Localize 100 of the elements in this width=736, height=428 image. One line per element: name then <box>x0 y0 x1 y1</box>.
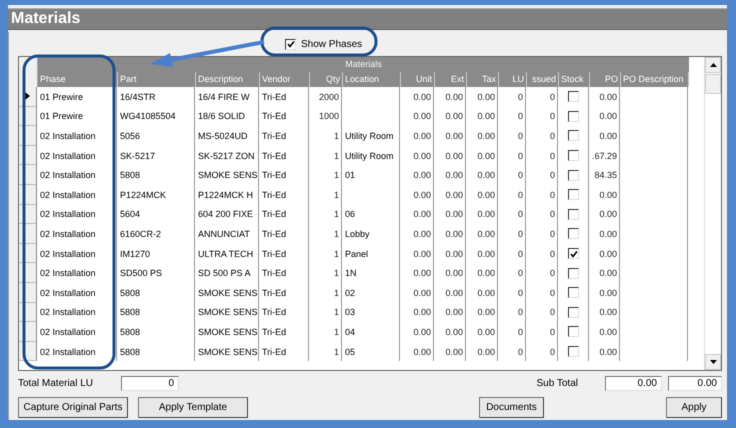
column-header[interactable]: LU <box>499 72 527 87</box>
table-cell: 0.00 <box>445 170 463 180</box>
stock-checkbox[interactable] <box>568 346 579 358</box>
table-cell: 02 Installation <box>40 228 96 239</box>
table-cell: 0 <box>550 111 555 122</box>
column-header[interactable]: Unit <box>401 72 435 87</box>
table-cell: 1000 <box>318 111 339 122</box>
table-cell: 0.00 <box>477 346 495 357</box>
column-header[interactable]: Description <box>196 72 260 87</box>
table-cell: 0.00 <box>477 130 495 141</box>
scroll-up-button[interactable] <box>705 57 721 73</box>
column-header[interactable]: Stock <box>559 72 590 87</box>
show-phases-checkbox[interactable] <box>285 38 296 50</box>
table-cell: Tri-Ed <box>262 209 286 220</box>
table-cell: 0 <box>518 268 523 278</box>
column-header[interactable]: PO <box>590 72 621 87</box>
table-cell: 0.00 <box>445 346 463 357</box>
table-cell: 0 <box>518 346 523 357</box>
stock-checkbox[interactable] <box>568 110 579 122</box>
table-cell: 0.00 <box>445 190 463 200</box>
table-cell: 1 <box>334 130 339 141</box>
table-cell: WG41085504 <box>120 111 176 122</box>
table-cell: 0 <box>550 190 555 200</box>
action-button[interactable]: Apply Template <box>138 397 248 418</box>
table-cell: 0.00 <box>477 111 495 122</box>
table-cell: 5808 <box>120 307 140 318</box>
table-cell: 0.00 <box>413 248 431 259</box>
action-button[interactable]: Apply <box>666 397 722 418</box>
table-cell: 1 <box>334 307 339 318</box>
table-cell: Tri-Ed <box>262 228 286 239</box>
column-header[interactable]: Location <box>343 72 401 87</box>
column-header[interactable]: Vendor <box>260 72 310 87</box>
column-header[interactable]: PO Description <box>621 72 689 87</box>
action-button[interactable]: Capture Original Parts <box>18 397 128 418</box>
action-button[interactable]: Documents <box>479 397 544 418</box>
stock-checkbox[interactable] <box>568 326 579 338</box>
table-cell: 02 Installation <box>40 190 96 200</box>
stock-checkbox[interactable] <box>568 248 579 260</box>
table-cell: 0 <box>550 307 555 318</box>
table-cell: P1224MCK <box>120 190 166 200</box>
table-cell: Lobby <box>345 228 370 239</box>
scrollbar[interactable] <box>704 57 721 370</box>
table-cell: 0.00 <box>413 326 431 337</box>
table-cell: 02 Installation <box>40 150 96 161</box>
show-phases-label: Show Phases <box>301 38 362 50</box>
table-cell: 0.00 <box>599 326 617 337</box>
table-cell: 0 <box>518 130 523 141</box>
stock-checkbox[interactable] <box>568 170 579 181</box>
stock-checkbox[interactable] <box>568 287 579 298</box>
column-header[interactable]: Qty <box>310 72 343 87</box>
stock-checkbox[interactable] <box>568 228 579 240</box>
table-cell: SK-5217 <box>120 150 156 161</box>
table-cell: 1 <box>334 209 339 220</box>
scroll-down-button[interactable] <box>705 354 721 370</box>
table-cell: 0.00 <box>599 288 617 298</box>
table-cell: 0 <box>518 209 523 220</box>
check-icon <box>570 250 578 258</box>
stock-checkbox[interactable] <box>568 150 579 162</box>
table-cell: 1 <box>334 190 339 200</box>
total-material-lu-field[interactable]: 0 <box>121 376 179 390</box>
table-cell: 0.00 <box>477 248 495 259</box>
table-cell: 01 <box>345 170 356 180</box>
table-cell: 6160CR-2 <box>120 228 162 239</box>
table-cell: 1 <box>334 326 339 337</box>
stock-checkbox[interactable] <box>568 91 579 102</box>
table-cell: 0 <box>518 307 523 318</box>
stock-checkbox[interactable] <box>568 130 579 142</box>
column-header[interactable]: Tax <box>467 72 499 87</box>
table-cell: 0 <box>550 150 555 161</box>
table-cell: 0.00 <box>413 307 431 318</box>
table-cell: 02 Installation <box>40 248 96 259</box>
sub-total-field[interactable]: 0.00 <box>668 376 722 390</box>
table-cell: 0.00 <box>413 92 431 102</box>
stock-checkbox[interactable] <box>568 189 579 200</box>
table-cell: Tri-Ed <box>262 190 286 200</box>
table-cell: 0.00 <box>445 228 463 239</box>
table-cell: 0.00 <box>599 92 617 102</box>
table-cell: 02 Installation <box>40 346 96 357</box>
stock-checkbox[interactable] <box>568 208 579 220</box>
stock-checkbox[interactable] <box>568 268 579 279</box>
column-header[interactable]: Ext <box>435 72 467 87</box>
table-cell: 0.00 <box>445 150 463 161</box>
table-cell: 06 <box>345 209 356 220</box>
table-cell: 2000 <box>318 92 339 102</box>
table-cell: 604 200 FIXE <box>198 209 254 220</box>
column-header[interactable]: Phase <box>38 72 118 87</box>
table-cell: 0 <box>550 228 555 239</box>
table-cell: 02 Installation <box>40 307 96 318</box>
table-cell: 0 <box>518 288 523 298</box>
column-header[interactable]: ssued <box>527 72 559 87</box>
stock-checkbox[interactable] <box>568 306 579 318</box>
table-cell: 02 Installation <box>40 130 96 141</box>
table-cell: 0.00 <box>413 288 431 298</box>
column-header[interactable]: Part <box>118 72 196 87</box>
table-cell: 0 <box>550 326 555 337</box>
table-cell: 5808 <box>120 170 140 180</box>
scroll-thumb[interactable] <box>705 74 721 94</box>
sub-total-field[interactable]: 0.00 <box>605 376 662 390</box>
table-cell: 1N <box>345 268 357 278</box>
up-arrow-icon <box>710 63 716 67</box>
